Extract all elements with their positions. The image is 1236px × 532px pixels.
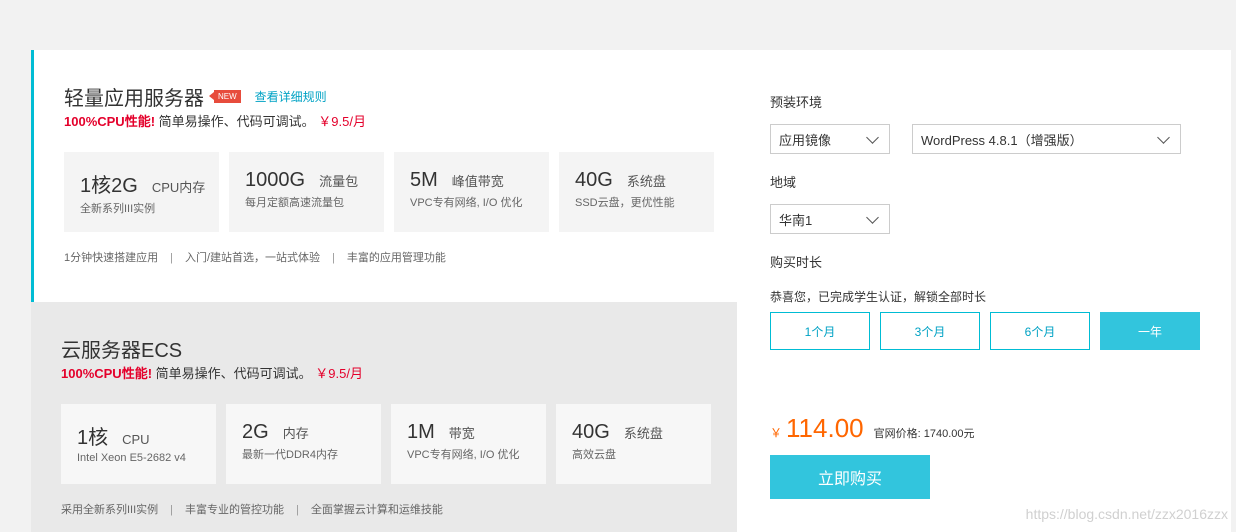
duration-1-month[interactable]: 1个月 <box>770 312 870 350</box>
spec-unit: 内存 <box>282 426 309 441</box>
spec-box: 40G 系统盘 高效云盘 <box>556 404 711 484</box>
spec-value: 40G <box>572 421 610 443</box>
feature-item: 全面掌握云计算和运维技能 <box>310 504 443 516</box>
spec-unit: 系统盘 <box>623 426 663 441</box>
app-image-select[interactable]: WordPress 4.8.1（增强版） <box>912 124 1181 154</box>
spec-desc: VPC专有网络, I/O 优化 <box>410 197 523 209</box>
env-label: 预装环境 <box>770 95 823 110</box>
watermark: https://blog.csdn.net/zzx2016zzx <box>1025 506 1228 522</box>
spec-value: 2G <box>242 421 269 443</box>
spec-value: 1M <box>407 421 435 443</box>
feature-separator: | <box>170 504 174 516</box>
feature-item: 1分钟快速搭建应用 <box>64 252 159 264</box>
student-notice: 恭喜您，已完成学生认证，解锁全部时长 <box>770 290 987 304</box>
region-select[interactable]: 华南1 <box>770 204 890 234</box>
spec-desc: VPC专有网络, I/O 优化 <box>407 449 520 461</box>
ecs-features: 采用全新系列III实例 | 丰富专业的管控功能 | 全面掌握云计算和运维技能 <box>61 501 443 517</box>
spec-value: 5M <box>410 169 438 191</box>
ecs-title: 云服务器ECS <box>61 340 183 362</box>
spec-unit: 系统盘 <box>626 174 666 189</box>
image-type-value: 应用镜像 <box>779 132 832 148</box>
spec-unit: CPU <box>122 432 150 447</box>
duration-1-year[interactable]: 一年 <box>1100 312 1200 350</box>
feature-item: 入门/建站首选，一站式体验 <box>184 252 321 264</box>
duration-6-months[interactable]: 6个月 <box>990 312 1090 350</box>
spec-desc: 每月定额高速流量包 <box>245 197 344 209</box>
spec-box: 2G 内存 最新一代DDR4内存 <box>226 404 381 484</box>
spec-desc: Intel Xeon E5-2682 v4 <box>77 452 186 464</box>
feature-item: 丰富的应用管理功能 <box>346 252 446 264</box>
feature-item: 采用全新系列III实例 <box>61 504 159 516</box>
spec-box: 5M 峰值带宽 VPC专有网络, I/O 优化 <box>394 152 549 232</box>
subtitle-text: 简单易操作、代码可调试。 <box>158 114 315 129</box>
region-value: 华南1 <box>779 212 813 228</box>
spec-value: 1000G <box>245 169 306 191</box>
new-badge: NEW <box>209 90 241 103</box>
feature-separator: | <box>170 252 173 264</box>
feature-separator: | <box>332 252 335 264</box>
ecs-card[interactable]: 云服务器ECS 100%CPU性能! 简单易操作、代码可调试。 ￥9.5/月 1… <box>31 302 737 532</box>
spec-desc: 最新一代DDR4内存 <box>242 449 338 461</box>
feature-item: 丰富专业的管控功能 <box>185 504 285 516</box>
light-server-title: 轻量应用服务器 <box>64 88 204 110</box>
spec-unit: 带宽 <box>448 426 475 441</box>
spec-value: 1核 <box>77 427 109 449</box>
spec-box: 40G 系统盘 SSD云盘，更优性能 <box>559 152 714 232</box>
spec-unit: 流量包 <box>319 174 359 189</box>
subtitle-price: ￥9.5/月 <box>315 366 363 381</box>
currency-symbol: ￥ <box>770 426 783 440</box>
purchase-config-panel: 预装环境 应用镜像 WordPress 4.8.1（增强版） 地域 华南1 购买… <box>737 50 1231 532</box>
spec-desc: 高效云盘 <box>572 449 616 461</box>
price-amount: 114.00 <box>786 413 864 443</box>
light-server-features: 1分钟快速搭建应用 | 入门/建站首选，一站式体验 | 丰富的应用管理功能 <box>64 249 446 265</box>
buy-now-button[interactable]: 立即购买 <box>770 455 930 499</box>
light-server-subtitle: 100%CPU性能! 简单易操作、代码可调试。 ￥9.5/月 <box>64 111 366 130</box>
chevron-down-icon <box>866 210 879 224</box>
chevron-down-icon <box>1157 130 1170 144</box>
spec-box: 1000G 流量包 每月定额高速流量包 <box>229 152 384 232</box>
duration-3-months[interactable]: 3个月 <box>880 312 980 350</box>
subtitle-text: 简单易操作、代码可调试。 <box>155 366 312 381</box>
region-label: 地域 <box>770 175 797 190</box>
light-server-title-row: 轻量应用服务器 NEW 查看详细规则 <box>64 82 327 111</box>
product-list: 轻量应用服务器 NEW 查看详细规则 100%CPU性能! 简单易操作、代码可调… <box>31 50 737 532</box>
cpu-highlight: 100%CPU性能! <box>61 366 153 381</box>
subtitle-price: ￥9.5/月 <box>318 114 366 129</box>
chevron-down-icon <box>866 130 879 144</box>
view-rules-link[interactable]: 查看详细规则 <box>255 88 327 105</box>
spec-box: 1核 CPU Intel Xeon E5-2682 v4 <box>61 404 216 484</box>
duration-label: 购买时长 <box>770 255 823 270</box>
spec-box: 1核2G CPU内存 全新系列III实例 <box>64 152 219 232</box>
ecs-subtitle: 100%CPU性能! 简单易操作、代码可调试。 ￥9.5/月 <box>61 363 363 382</box>
app-image-value: WordPress 4.8.1（增强版） <box>921 132 1083 148</box>
spec-unit: CPU内存 <box>151 180 206 195</box>
feature-separator: | <box>296 504 299 516</box>
image-type-select[interactable]: 应用镜像 <box>770 124 890 154</box>
price-row: ￥ 114.00 官网价格: 1740.00元 <box>770 413 974 444</box>
spec-box: 1M 带宽 VPC专有网络, I/O 优化 <box>391 404 546 484</box>
spec-unit: 峰值带宽 <box>451 174 504 189</box>
light-server-card[interactable]: 轻量应用服务器 NEW 查看详细规则 100%CPU性能! 简单易操作、代码可调… <box>31 50 737 302</box>
official-price: 官网价格: 1740.00元 <box>873 428 975 440</box>
spec-desc: SSD云盘，更优性能 <box>575 197 675 209</box>
spec-desc: 全新系列III实例 <box>80 203 156 215</box>
spec-value: 1核2G <box>80 175 138 197</box>
cpu-highlight: 100%CPU性能! <box>64 114 156 129</box>
ecs-title-row: 云服务器ECS <box>61 334 182 363</box>
spec-value: 40G <box>575 169 613 191</box>
